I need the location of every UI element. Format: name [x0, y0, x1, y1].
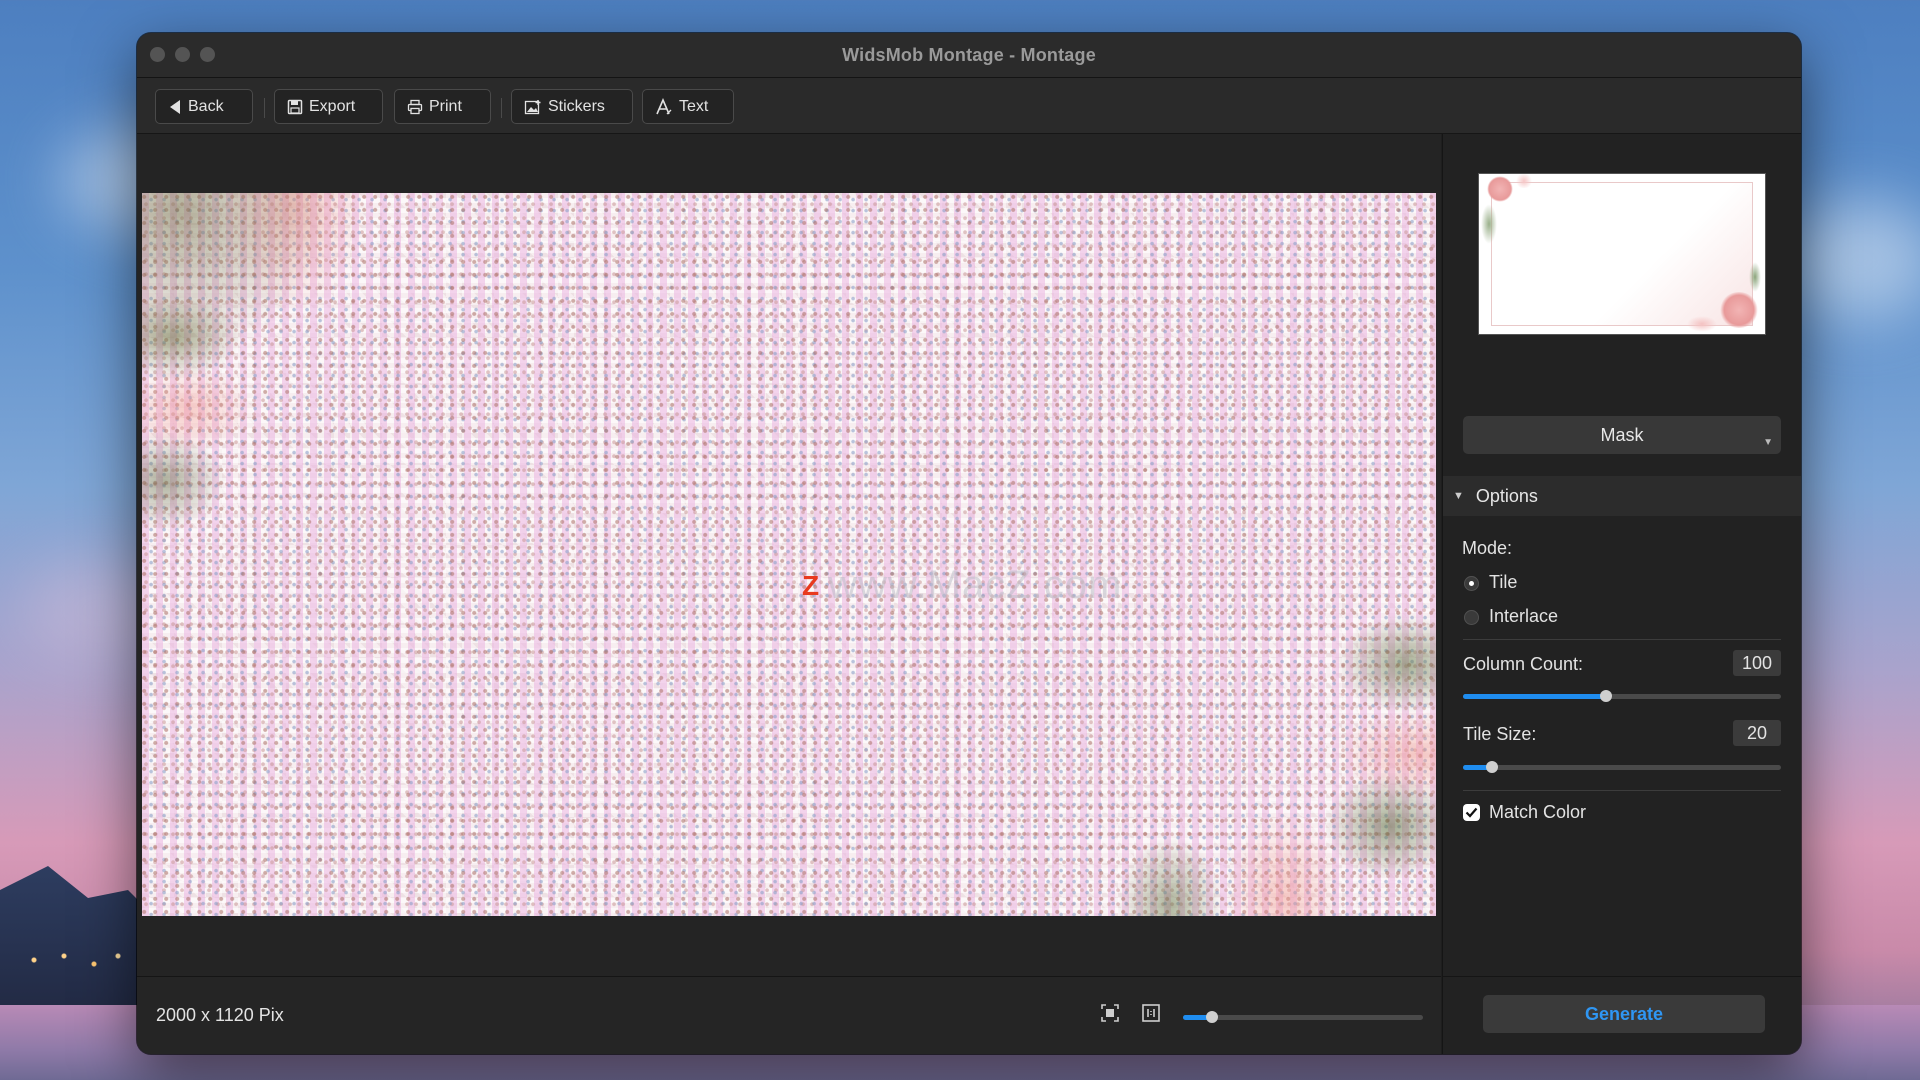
toolbar-separator — [264, 98, 265, 118]
export-button[interactable]: Export — [274, 89, 383, 124]
stickers-button-label: Stickers — [548, 97, 605, 115]
image-dimensions: 2000 x 1120 Pix — [156, 1005, 284, 1025]
canvas-area: Z www.MacZ.com — [137, 134, 1441, 976]
generate-button[interactable]: Generate — [1483, 995, 1765, 1033]
save-disk-icon — [287, 99, 303, 115]
chevron-down-icon: ▼ — [1763, 437, 1773, 448]
divider — [1463, 639, 1781, 640]
app-window: WidsMob Montage - Montage Back Export Pr… — [137, 33, 1801, 1054]
title-bar: WidsMob Montage - Montage — [137, 33, 1801, 78]
mosaic-preview-image[interactable]: Z www.MacZ.com — [142, 193, 1436, 916]
text-button-label: Text — [679, 97, 709, 115]
print-button[interactable]: Print — [394, 89, 491, 124]
fit-to-window-icon[interactable] — [1100, 1003, 1120, 1023]
back-arrow-icon — [168, 99, 182, 115]
actual-size-icon[interactable] — [1141, 1003, 1161, 1023]
checkmark-icon — [1465, 807, 1478, 818]
column-count-input[interactable]: 100 — [1733, 650, 1781, 676]
zoom-window-button[interactable] — [200, 47, 215, 62]
text-tool-icon — [655, 97, 673, 116]
flower-decoration — [1719, 292, 1759, 328]
mode-tile-radio[interactable] — [1464, 576, 1479, 591]
flower-decoration — [1687, 316, 1717, 332]
column-count-slider-knob[interactable] — [1600, 690, 1612, 702]
options-section-label: Options — [1475, 485, 1538, 506]
tile-size-label: Tile Size: — [1463, 724, 1537, 744]
print-button-label: Print — [429, 97, 462, 115]
stickers-button[interactable]: Stickers — [511, 89, 633, 124]
text-button[interactable]: Text — [642, 89, 734, 124]
mode-interlace-label: Interlace — [1489, 606, 1559, 626]
mask-thumbnail[interactable] — [1479, 174, 1765, 334]
mode-tile-label: Tile — [1489, 572, 1518, 592]
window-title: WidsMob Montage - Montage — [842, 44, 1096, 65]
disclosure-triangle-icon: ▼ — [1453, 490, 1464, 502]
mask-dropdown-label: Mask — [1600, 424, 1644, 445]
flower-decoration — [1487, 176, 1513, 202]
tile-size-slider[interactable] — [1463, 761, 1781, 773]
back-button[interactable]: Back — [155, 89, 253, 124]
mode-label: Mode: — [1462, 538, 1513, 558]
divider — [1463, 790, 1781, 791]
sticker-image-icon — [524, 99, 542, 115]
zoom-slider[interactable] — [1183, 1011, 1423, 1023]
match-color-label: Match Color — [1489, 802, 1587, 822]
mask-thumbnail-frame — [1491, 182, 1753, 326]
watermark-logo: Z — [802, 569, 821, 601]
tile-size-input[interactable]: 20 — [1733, 720, 1781, 746]
toolbar-separator — [501, 98, 502, 118]
close-window-button[interactable] — [150, 47, 165, 62]
toolbar: Back Export Print Stickers Text — [137, 78, 1801, 134]
minimize-window-button[interactable] — [175, 47, 190, 62]
mode-interlace-radio[interactable] — [1464, 610, 1479, 625]
options-section-header[interactable]: ▼ Options — [1443, 476, 1801, 516]
side-panel: Mask ▼ ▼ Options Mode: Tile Interlace Co… — [1442, 134, 1801, 976]
flower-decoration — [1515, 174, 1533, 188]
match-color-checkbox[interactable] — [1463, 804, 1480, 821]
zoom-slider-knob[interactable] — [1206, 1011, 1218, 1023]
tile-size-slider-knob[interactable] — [1486, 761, 1498, 773]
column-count-label: Column Count: — [1463, 654, 1584, 674]
floral-corner-top-left — [142, 193, 522, 553]
column-count-slider-fill — [1463, 694, 1606, 699]
watermark-text: www.MacZ.com — [828, 563, 1123, 607]
watermark: Z www.MacZ.com — [802, 563, 1122, 608]
back-button-label: Back — [188, 97, 224, 115]
column-count-slider[interactable] — [1463, 690, 1781, 702]
printer-icon — [407, 99, 423, 115]
mask-dropdown[interactable]: Mask ▼ — [1463, 416, 1781, 454]
generate-bar: Generate — [1442, 976, 1801, 1054]
export-button-label: Export — [309, 97, 356, 115]
window-controls — [150, 47, 215, 62]
leaf-decoration — [1749, 262, 1761, 292]
floral-corner-bottom-right — [1056, 556, 1436, 916]
status-bar: 2000 x 1120 Pix — [137, 976, 1441, 1054]
leaf-decoration — [1481, 204, 1497, 244]
